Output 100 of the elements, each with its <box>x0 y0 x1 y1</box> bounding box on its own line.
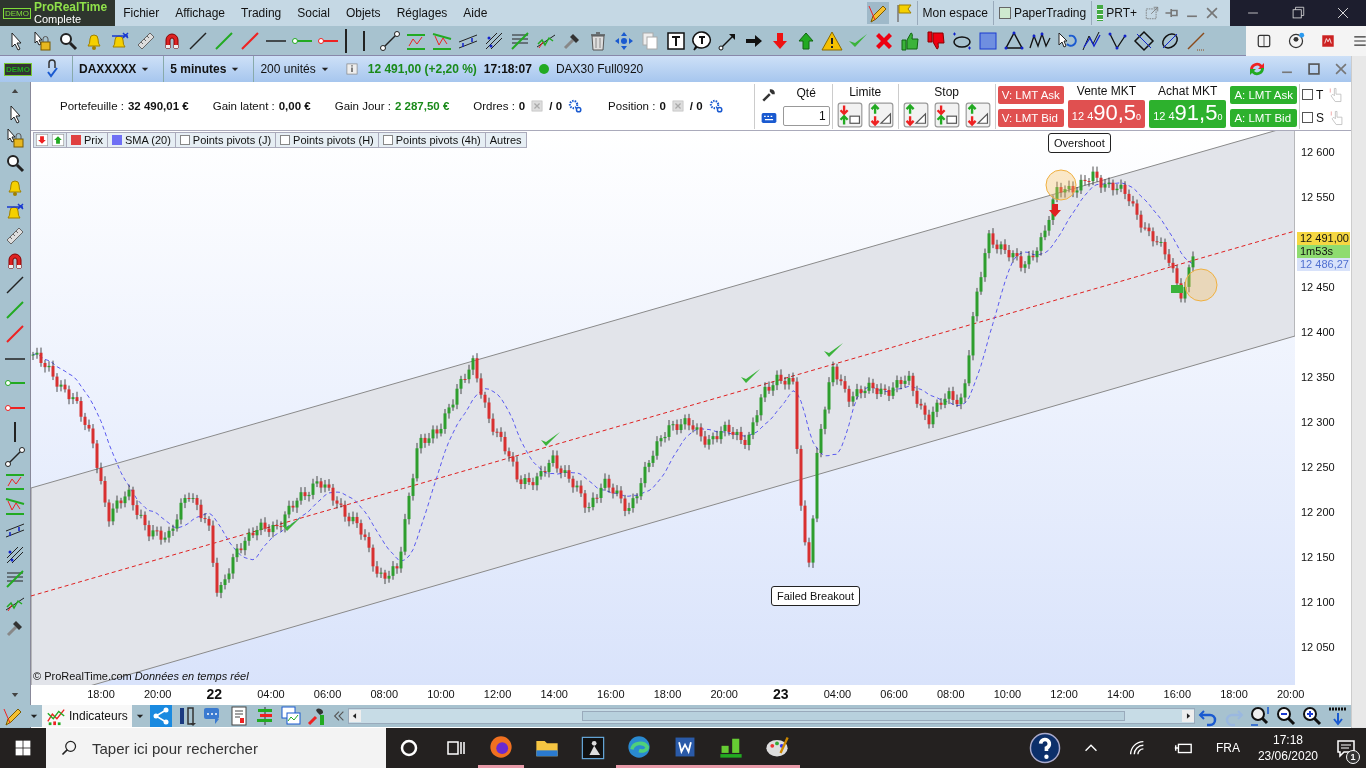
text-icon[interactable] <box>665 29 687 52</box>
account-value: 0,00 € <box>278 100 311 112</box>
zoom-out-icon[interactable] <box>1275 705 1297 727</box>
stop-order-icon[interactable] <box>933 101 960 128</box>
option-label: T <box>1316 87 1324 102</box>
x-axis-label: 20:00 <box>1276 688 1305 700</box>
indicators-button[interactable]: Indicateurs <box>42 705 132 727</box>
legend-checkbox[interactable] <box>179 135 190 145</box>
sell-limit-button[interactable]: V: LMT Bid <box>997 108 1064 127</box>
prt-plus-button[interactable]: PRT+ <box>1091 1 1142 25</box>
x-axis-label: 10:00 <box>427 688 455 700</box>
y-axis-label: 12 100 <box>1301 596 1335 608</box>
settings-icon[interactable] <box>567 98 584 114</box>
speech-bubble-icon[interactable] <box>691 29 713 52</box>
menu-item[interactable]: Fichier <box>115 6 168 20</box>
horizontal-scrollbar[interactable] <box>347 708 1195 724</box>
collapse-icon[interactable] <box>35 133 49 147</box>
clock-date: 23/06/2020 <box>1257 748 1318 764</box>
scroll-right-icon[interactable] <box>1182 710 1194 722</box>
x-axis-label: 10:00 <box>993 688 1022 700</box>
menu-item[interactable]: Aide <box>455 6 496 20</box>
option-checkbox[interactable] <box>1302 112 1313 123</box>
option-checkbox[interactable] <box>1302 89 1313 100</box>
wave-count-icon[interactable] <box>1081 29 1103 52</box>
app-title: ProRealTime <box>34 1 108 13</box>
x-axis-label: 06:00 <box>880 688 908 700</box>
segment-icon[interactable] <box>4 445 26 468</box>
paper-trading-button[interactable]: PaperTrading <box>992 1 1092 25</box>
x-axis-label: 04:00 <box>257 688 285 700</box>
zoom-in-icon[interactable] <box>1301 705 1323 727</box>
info-icon[interactable] <box>343 61 360 77</box>
thumbs-down-icon[interactable] <box>925 29 947 52</box>
menu-item[interactable]: Affichage <box>167 6 233 20</box>
stop-order-icon[interactable] <box>902 101 929 128</box>
menu-item[interactable]: Réglages <box>388 6 456 20</box>
lock-cursor-icon[interactable] <box>31 29 53 52</box>
triangle-icon[interactable] <box>1003 29 1025 52</box>
sell-limit-button[interactable]: V: LMT Ask <box>997 85 1064 104</box>
scroll-left-icon[interactable] <box>348 710 361 722</box>
x-axis-label: 22 <box>206 686 223 702</box>
y-axis-label: 12 400 <box>1301 326 1335 338</box>
y-axis-label: 12 450 <box>1301 281 1335 293</box>
x-axis-label: 18:00 <box>87 688 115 700</box>
legend-checkbox[interactable] <box>280 135 291 145</box>
quantity-label: Qté <box>796 86 816 100</box>
taskbar-search-field[interactable]: Taper ici pour rechercher <box>46 728 386 768</box>
legend-checkbox[interactable] <box>382 135 393 145</box>
vertical-scrollbar[interactable] <box>1351 56 1366 728</box>
maximize-icon[interactable] <box>1305 60 1323 78</box>
x-axis-label: 12:00 <box>1050 688 1078 700</box>
menu-item[interactable]: Social <box>289 6 338 20</box>
price-tag: 12 486,27 <box>1297 258 1350 271</box>
segment-icon[interactable] <box>379 29 401 52</box>
account-label: Position : <box>608 100 656 112</box>
y-axis-label: 12 600 <box>1301 146 1335 158</box>
language-indicator[interactable]: FRA <box>1205 741 1250 755</box>
layout-icon[interactable] <box>1327 705 1349 727</box>
x-axis-label: 20:00 <box>143 688 172 700</box>
stop-order-icon[interactable] <box>964 101 991 128</box>
legend-item[interactable]: Autres <box>484 133 526 147</box>
menu-item[interactable]: Trading <box>233 6 290 20</box>
windows-icon[interactable] <box>279 705 302 727</box>
pencil-icon[interactable] <box>866 2 889 24</box>
warning-icon[interactable] <box>821 29 843 52</box>
copyright-text: © ProRealTime.com Données en temps réel <box>33 670 249 682</box>
x-axis-label: 23 <box>773 686 789 702</box>
notification-icon[interactable] <box>1335 737 1357 759</box>
ruler-icon[interactable] <box>4 225 26 247</box>
legend-item[interactable]: SMA (20) <box>106 133 175 147</box>
y-axis-label: 12 050 <box>1301 641 1335 653</box>
workspace-button[interactable]: Mon espace <box>916 1 993 25</box>
restore-icon[interactable] <box>1289 4 1307 22</box>
diamond-icon[interactable] <box>1133 29 1155 52</box>
profile-icon[interactable] <box>1287 31 1305 50</box>
legend-item[interactable]: Prix <box>66 133 107 147</box>
price-tag: 1m53s <box>1297 245 1350 258</box>
limit-order-icon[interactable] <box>867 101 894 128</box>
line-icon[interactable] <box>187 29 209 52</box>
legend-label: Points pivots (4h) <box>395 134 481 146</box>
settings-icon[interactable] <box>707 98 724 114</box>
x-axis-label: 14:00 <box>1106 688 1135 700</box>
limit-order-icon[interactable] <box>836 101 863 128</box>
quantity-field[interactable]: 1 <box>782 106 830 126</box>
expand-icon[interactable] <box>51 133 65 147</box>
line-icon[interactable] <box>4 274 26 296</box>
sell-label: Vente MKT <box>1076 84 1137 98</box>
legend-item[interactable]: Points pivots (4h) <box>377 133 485 147</box>
legend-item[interactable]: Points pivots (H) <box>275 133 378 147</box>
zoom-fit-icon[interactable] <box>1249 705 1271 727</box>
lock-cursor-icon[interactable] <box>4 127 26 149</box>
legend-label: Autres <box>489 134 522 146</box>
search-icon <box>60 739 78 757</box>
line-icon[interactable] <box>1185 29 1207 52</box>
contract-name: DAX30 Full0920 <box>555 62 644 76</box>
order-count: 0 <box>659 100 666 112</box>
app-edition: Complete <box>34 13 83 25</box>
menu-item[interactable]: Objets <box>337 6 389 20</box>
share-icon[interactable] <box>149 705 172 727</box>
legend-item[interactable]: Points pivots (J) <box>174 133 276 147</box>
limit-label: Limite <box>849 84 882 99</box>
